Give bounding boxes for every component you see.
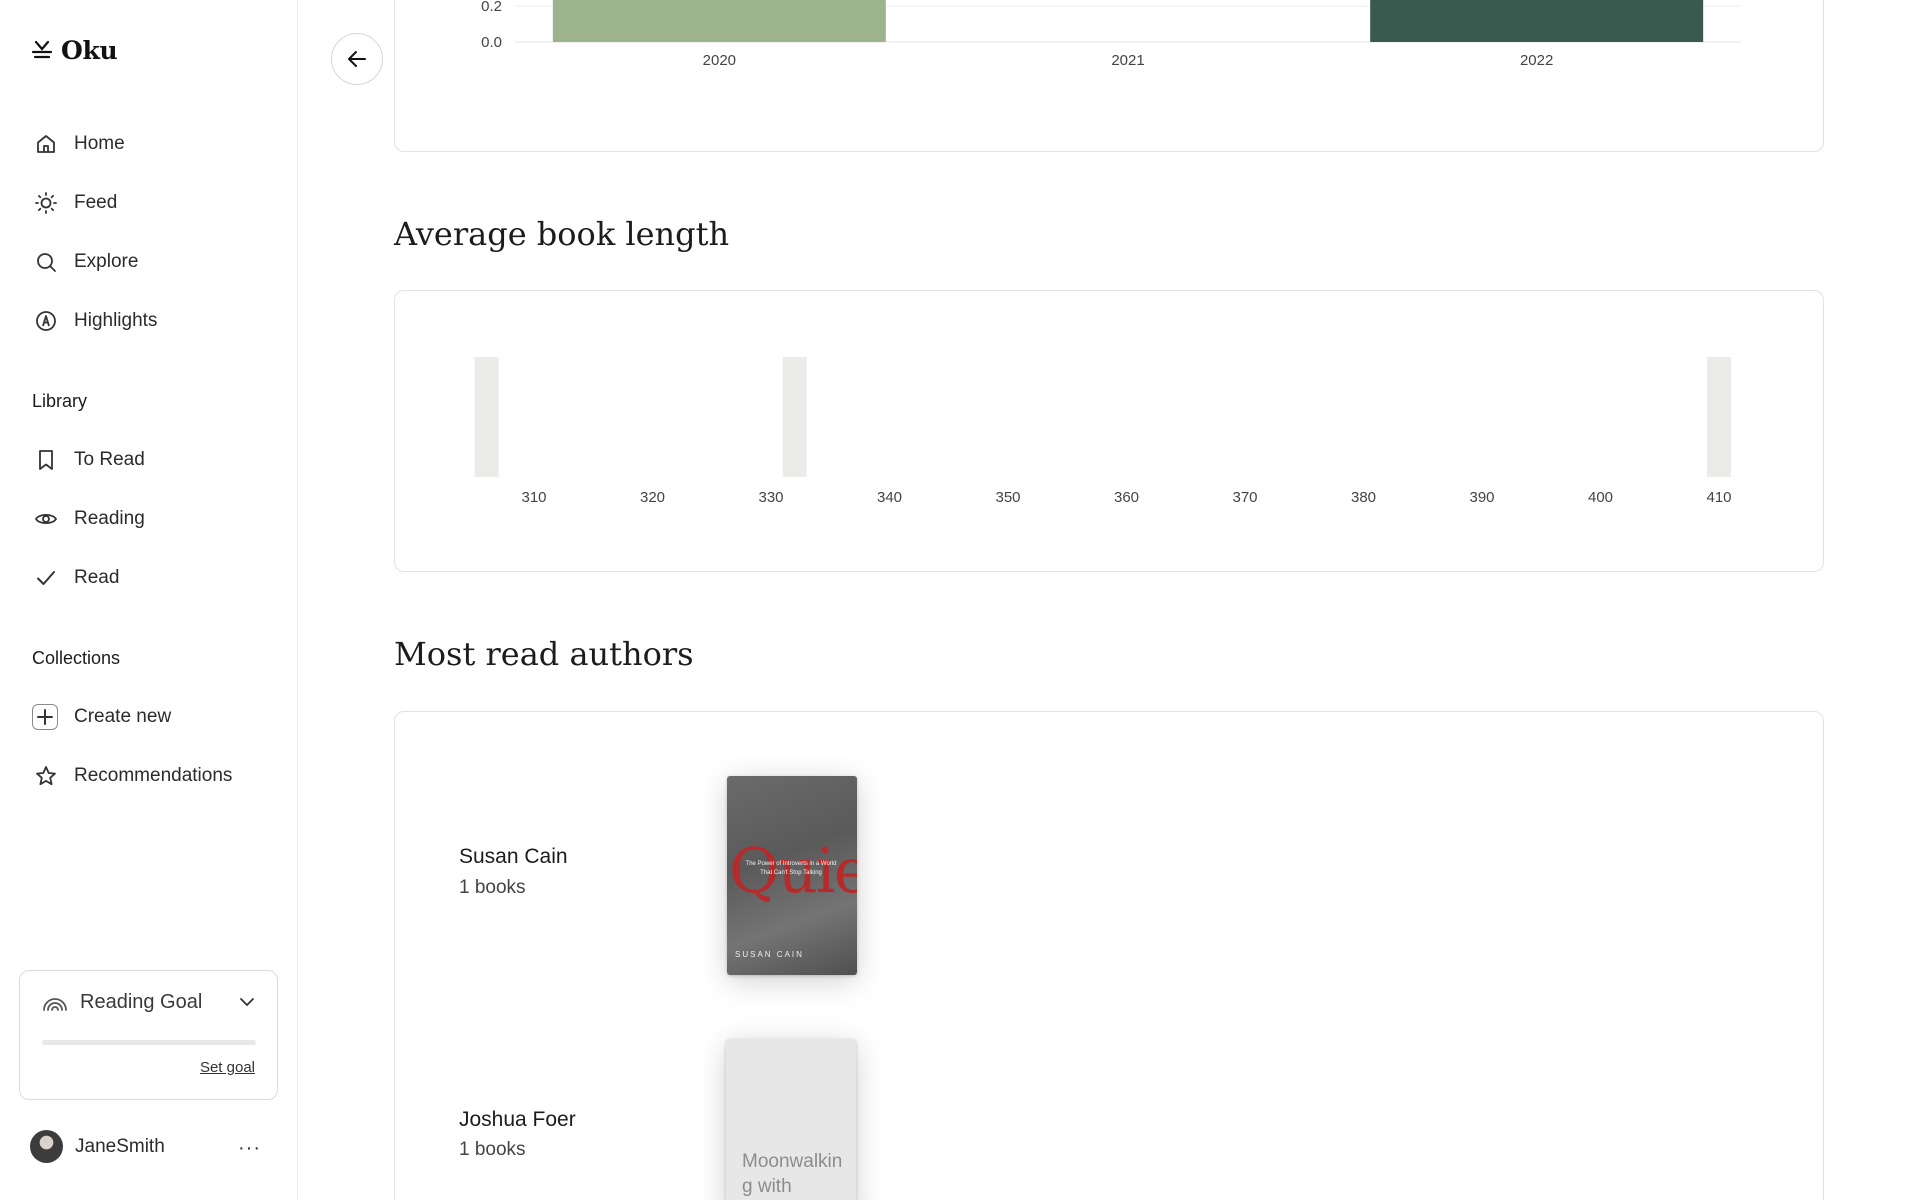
reading-goal-title: Reading Goal	[80, 991, 203, 1013]
length-bar	[474, 357, 499, 477]
sidebar-item-home[interactable]: Home	[34, 126, 125, 162]
sidebar-item-label: Highlights	[74, 310, 158, 331]
cover-title: Moonwalking with	[742, 1151, 843, 1197]
cover-subtitle: The Power of Introverts in a World That …	[745, 861, 837, 876]
sidebar-item-reading[interactable]: Reading	[34, 501, 145, 537]
x-tick-label: 390	[1469, 489, 1494, 506]
rainbow-icon	[43, 997, 67, 1011]
collections-heading: Collections	[32, 648, 121, 668]
app-name: Oku	[61, 36, 118, 65]
author-name[interactable]: Joshua Foer	[459, 1108, 576, 1132]
author-book-count: 1 books	[459, 877, 526, 898]
oku-logo-icon	[31, 40, 53, 58]
back-button[interactable]	[331, 33, 383, 85]
authors-title: Most read authors	[394, 635, 694, 673]
sidebar-item-feed[interactable]: Feed	[34, 185, 117, 221]
avg-length-chart: 310 320 330 340 350 360 370 380 390 400 410	[474, 357, 1732, 506]
x-tick-label: 2020	[703, 52, 736, 69]
highlights-icon	[36, 311, 56, 331]
sidebar-item-highlights[interactable]: Highlights	[34, 303, 157, 339]
set-goal-link[interactable]: Set goal	[200, 1059, 255, 1076]
author-book-count: 1 books	[459, 1139, 526, 1160]
length-bar	[1707, 357, 1731, 477]
x-tick-label: 380	[1351, 489, 1376, 506]
sidebar-item-label: Read	[74, 567, 120, 588]
x-tick-label: 2021	[1111, 52, 1144, 69]
x-tick-label: 360	[1114, 489, 1139, 506]
books-per-year-chart: 0.2 0.0 2020 2021 2022	[481, 0, 1741, 69]
x-tick-label: 330	[758, 489, 783, 506]
avatar	[30, 1130, 63, 1163]
reading-goal-progress	[42, 1040, 256, 1045]
bookmark-icon	[39, 450, 53, 470]
sidebar-item-label: Create new	[74, 706, 172, 727]
chevron-down-icon[interactable]	[239, 997, 255, 1007]
sidebar-item-explore[interactable]: Explore	[34, 244, 138, 280]
check-icon	[37, 571, 55, 585]
arrow-left-icon	[348, 51, 366, 67]
cover-author: SUSAN CAIN	[735, 950, 804, 959]
sidebar: Oku Home Feed Explore Highlights Library…	[0, 0, 298, 1200]
sidebar-item-label: Reading	[74, 508, 145, 529]
search-icon	[37, 253, 56, 272]
x-tick-label: 320	[640, 489, 665, 506]
library-heading: Library	[32, 391, 88, 411]
authors-card	[394, 711, 1824, 1200]
avg-length-title: Average book length	[394, 215, 730, 253]
reading-goal-toggle[interactable]: Reading Goal	[42, 991, 202, 1014]
logo[interactable]: Oku	[31, 36, 118, 65]
bar-2022	[1370, 0, 1704, 42]
y-tick-label: 0.2	[481, 0, 502, 15]
sidebar-item-to-read[interactable]: To Read	[34, 442, 145, 478]
bar-2020	[552, 0, 886, 42]
sidebar-item-label: To Read	[74, 449, 145, 470]
x-tick-label: 370	[1232, 489, 1257, 506]
author-name[interactable]: Susan Cain	[459, 845, 568, 869]
star-icon	[36, 766, 56, 786]
create-collection-button[interactable]: Create new	[32, 699, 172, 735]
username: JaneSmith	[75, 1135, 165, 1157]
book-cover-quiet[interactable]: Quiet The Power of Introverts in a World…	[727, 776, 857, 975]
more-options-icon[interactable]: ···	[238, 1137, 261, 1160]
sun-icon	[35, 192, 57, 214]
x-tick-label: 310	[521, 489, 546, 506]
x-tick-label: 400	[1588, 489, 1613, 506]
y-tick-label: 0.0	[481, 34, 502, 51]
x-tick-label: 2022	[1520, 52, 1553, 69]
sidebar-item-label: Home	[74, 133, 125, 154]
home-icon	[37, 135, 55, 153]
x-tick-label: 410	[1706, 489, 1731, 506]
plus-icon	[32, 704, 58, 730]
x-tick-label: 350	[995, 489, 1020, 506]
books-per-year-chart-card: 0.2 0.0 2020 2021 2022	[394, 0, 1824, 152]
book-cover-moonwalking[interactable]: Moonwalking with	[726, 1039, 856, 1200]
avg-length-chart-card: 310 320 330 340 350 360 370 380 390 400 410	[394, 290, 1824, 572]
sidebar-item-read[interactable]: Read	[34, 560, 119, 596]
sidebar-item-label: Recommendations	[74, 765, 233, 786]
eye-icon	[34, 513, 58, 525]
sidebar-item-recommendations[interactable]: Recommendations	[34, 758, 232, 794]
reading-goal-card: Reading Goal Set goal	[19, 970, 278, 1100]
user-profile[interactable]: JaneSmith	[30, 1130, 165, 1163]
sidebar-item-label: Explore	[74, 251, 139, 272]
length-bar	[782, 357, 807, 477]
sidebar-item-label: Feed	[74, 192, 118, 213]
x-tick-label: 340	[877, 489, 902, 506]
